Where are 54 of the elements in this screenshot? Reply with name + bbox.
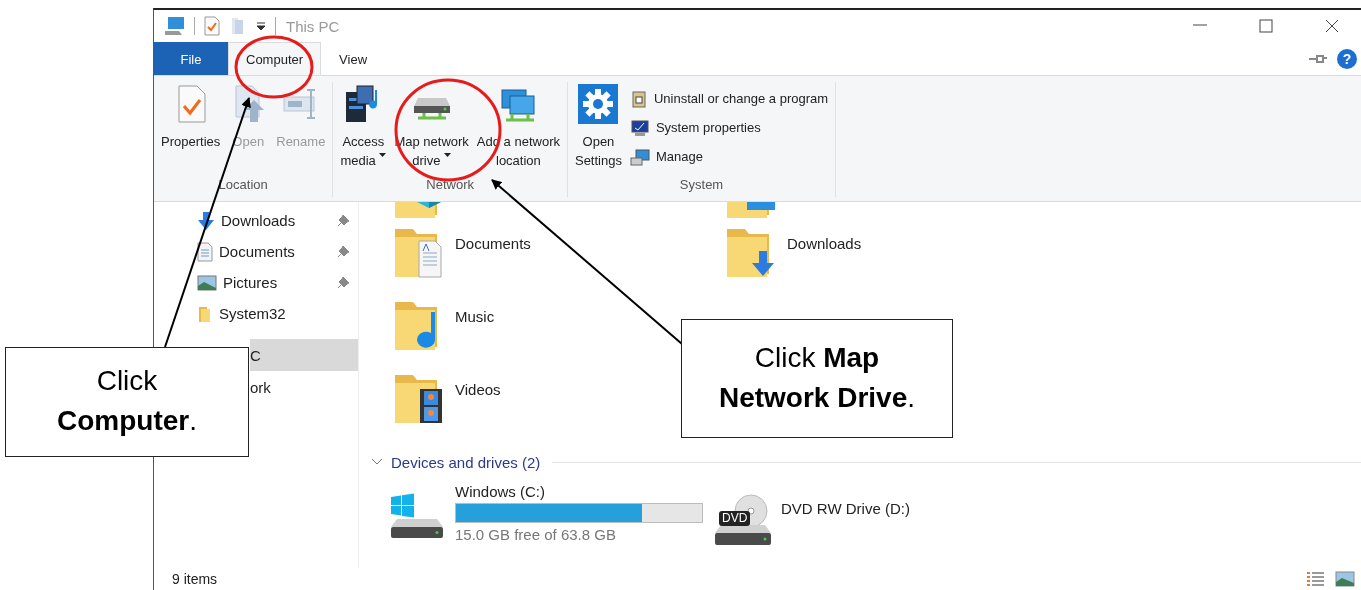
folder-icon bbox=[197, 304, 213, 323]
nav-item[interactable]: System32 bbox=[154, 298, 358, 329]
dropdown-icon[interactable] bbox=[255, 20, 267, 32]
ribbon-button[interactable]: Uninstall or change a program bbox=[626, 86, 832, 111]
details-view-icon[interactable] bbox=[1305, 571, 1325, 587]
nav-label: C bbox=[250, 346, 262, 364]
folder-name[interactable]: Videos bbox=[455, 371, 501, 441]
large-icons-view-icon[interactable] bbox=[1335, 571, 1355, 587]
nav-label: ork bbox=[250, 378, 272, 396]
ribbon-button[interactable]: Manage bbox=[626, 144, 832, 169]
callout-note: Click Computer. bbox=[5, 347, 249, 457]
download-arrow-icon bbox=[197, 210, 215, 231]
callout-note: Click Map Network Drive. bbox=[681, 319, 953, 438]
ribbon-button[interactable]: Properties bbox=[158, 82, 224, 177]
properties-icon[interactable] bbox=[203, 16, 221, 36]
folder-name[interactable]: Music bbox=[455, 298, 495, 368]
ribbon-button[interactable]: Open Settings bbox=[571, 82, 625, 177]
dvd-label: DVD bbox=[719, 511, 751, 526]
document-icon bbox=[197, 241, 213, 262]
group-label: System bbox=[678, 177, 725, 194]
computer-check-icon bbox=[629, 118, 650, 137]
ribbon-button[interactable]: Access media bbox=[337, 82, 390, 177]
section-header[interactable]: Devices and drives (2) bbox=[371, 453, 541, 471]
help-button[interactable]: ? bbox=[1337, 48, 1357, 69]
nav-label: System32 bbox=[219, 305, 287, 322]
program-box-icon bbox=[629, 89, 648, 108]
nav-label: Documents bbox=[219, 243, 296, 260]
file-menu-tab[interactable]: File bbox=[154, 42, 228, 75]
item-count: 9 items bbox=[172, 571, 218, 587]
chevron-down-icon bbox=[371, 458, 383, 466]
nav-label: Downloads bbox=[221, 212, 297, 229]
close-icon[interactable] bbox=[1325, 19, 1339, 33]
window-title: This PC bbox=[286, 17, 340, 35]
folder-name[interactable]: Documents bbox=[455, 225, 531, 295]
ribbon-tab[interactable]: Computer bbox=[228, 42, 322, 75]
maximize-icon[interactable] bbox=[1259, 19, 1273, 33]
drive-name[interactable]: Windows (C:) bbox=[455, 483, 703, 500]
drive-name[interactable]: DVD RW Drive (D:) bbox=[781, 483, 910, 517]
computer-icon bbox=[164, 16, 186, 36]
ribbon-button[interactable]: System properties bbox=[626, 115, 832, 140]
nav-item[interactable]: C bbox=[250, 339, 358, 371]
settings-icon bbox=[578, 84, 619, 124]
nav-item[interactable]: ork bbox=[250, 371, 358, 403]
nav-item[interactable]: Downloads bbox=[154, 205, 358, 236]
nav-item[interactable]: Documents bbox=[154, 236, 358, 267]
group-label: Network bbox=[425, 177, 475, 194]
drive-space: 15.0 GB free of 63.8 GB bbox=[455, 526, 617, 543]
nav-label: Pictures bbox=[223, 274, 279, 291]
computer-management-icon bbox=[629, 147, 650, 166]
folder-name[interactable]: Downloads bbox=[787, 225, 862, 295]
ribbon-tab[interactable]: View bbox=[321, 42, 386, 75]
pin-icon[interactable] bbox=[1309, 53, 1327, 64]
nav-item[interactable]: Pictures bbox=[154, 267, 358, 298]
picture-icon bbox=[197, 274, 217, 291]
